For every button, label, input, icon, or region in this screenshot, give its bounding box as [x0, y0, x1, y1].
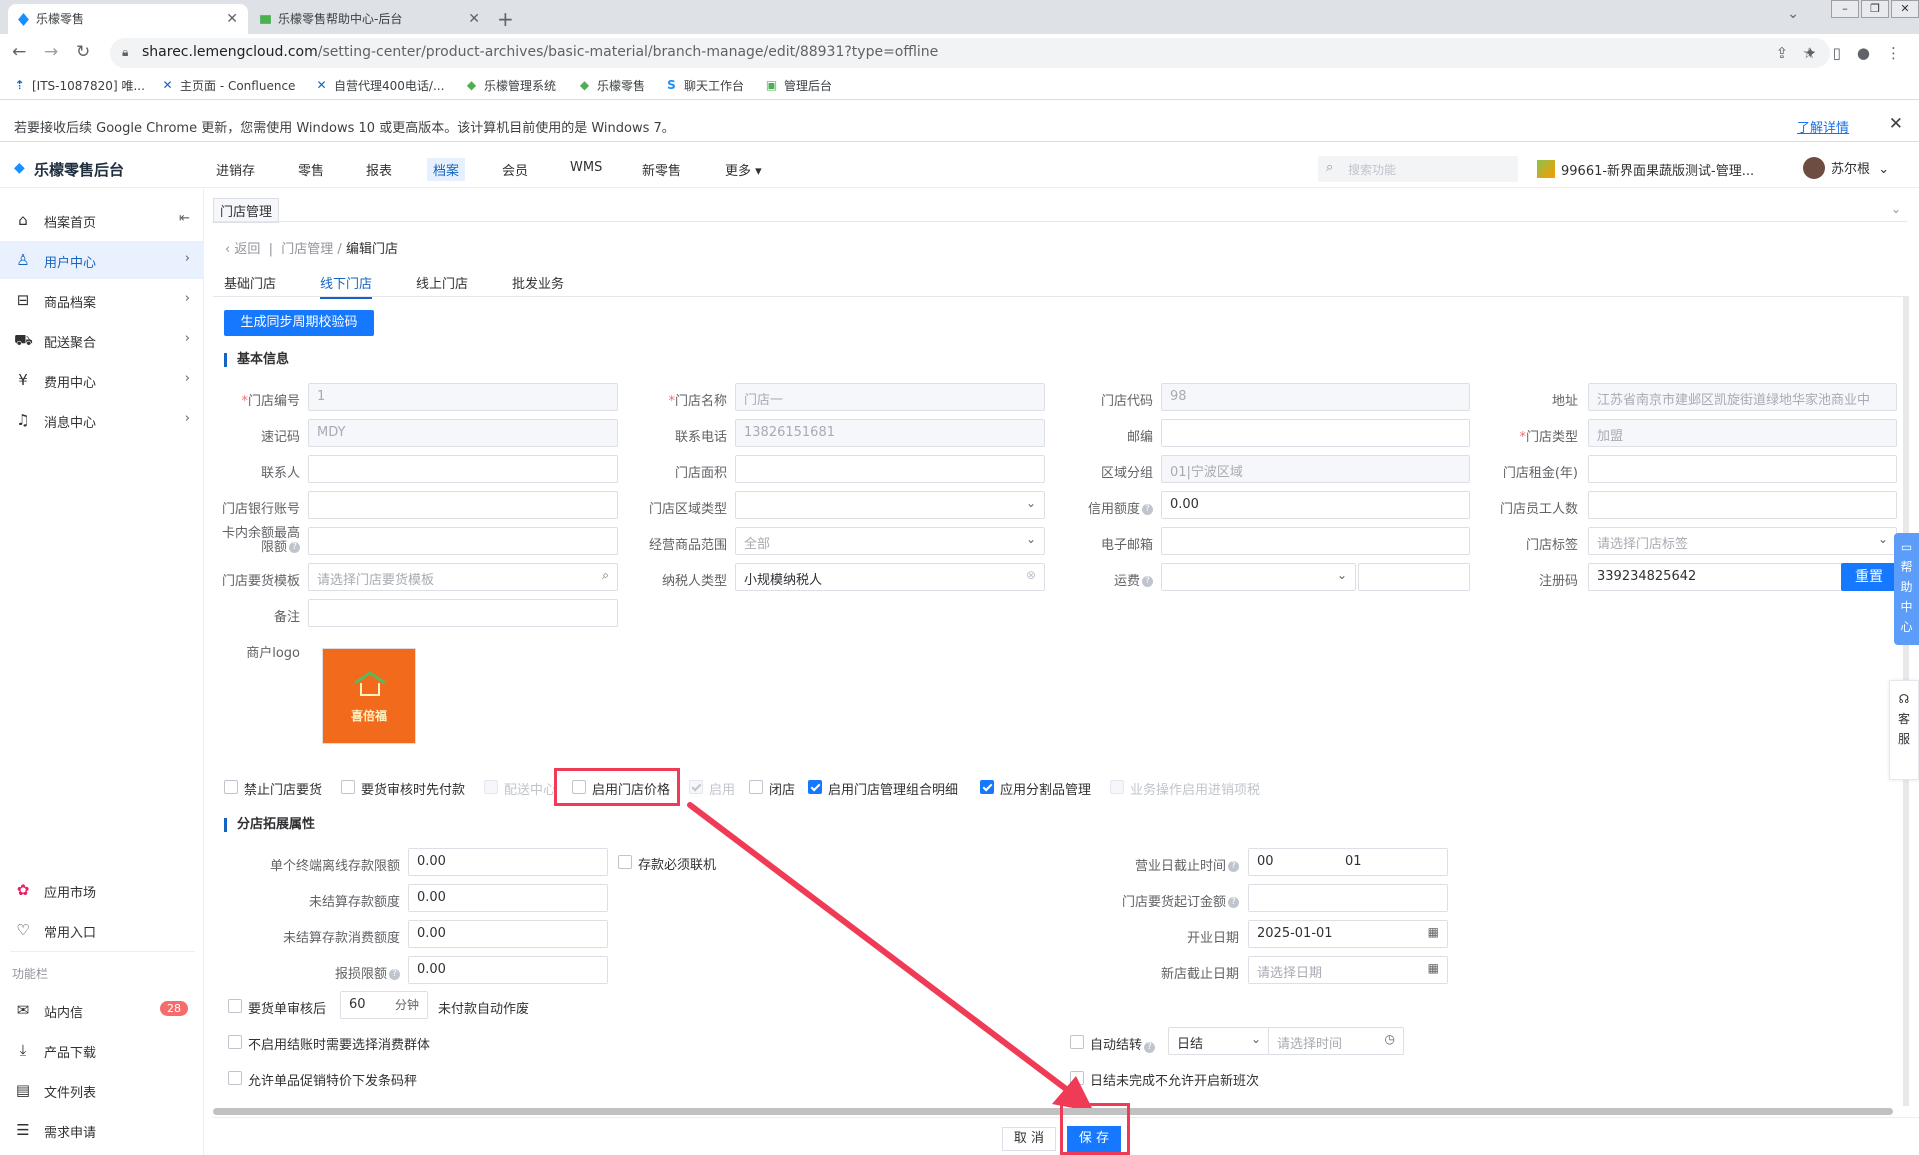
annotation-arrow — [687, 802, 1094, 1112]
service-char: 客 — [1897, 712, 1910, 726]
service-char: 服 — [1897, 732, 1910, 746]
cancel-button[interactable]: 取 消 — [1002, 1127, 1056, 1151]
help-char: 助 — [1900, 580, 1913, 594]
help-char: 中 — [1900, 600, 1913, 614]
horizontal-scrollbar[interactable] — [213, 1108, 1893, 1115]
headset-icon: ☊ — [1898, 692, 1910, 706]
help-center-float[interactable]: ▭ 帮 助 中 心 — [1894, 533, 1919, 645]
highlight-save-button — [1060, 1103, 1130, 1155]
customer-service-float[interactable]: ☊ 客 服 — [1889, 680, 1919, 780]
help-char: 心 — [1900, 620, 1913, 634]
help-char: 帮 — [1900, 560, 1913, 574]
chat-icon: ▭ — [1900, 540, 1913, 554]
